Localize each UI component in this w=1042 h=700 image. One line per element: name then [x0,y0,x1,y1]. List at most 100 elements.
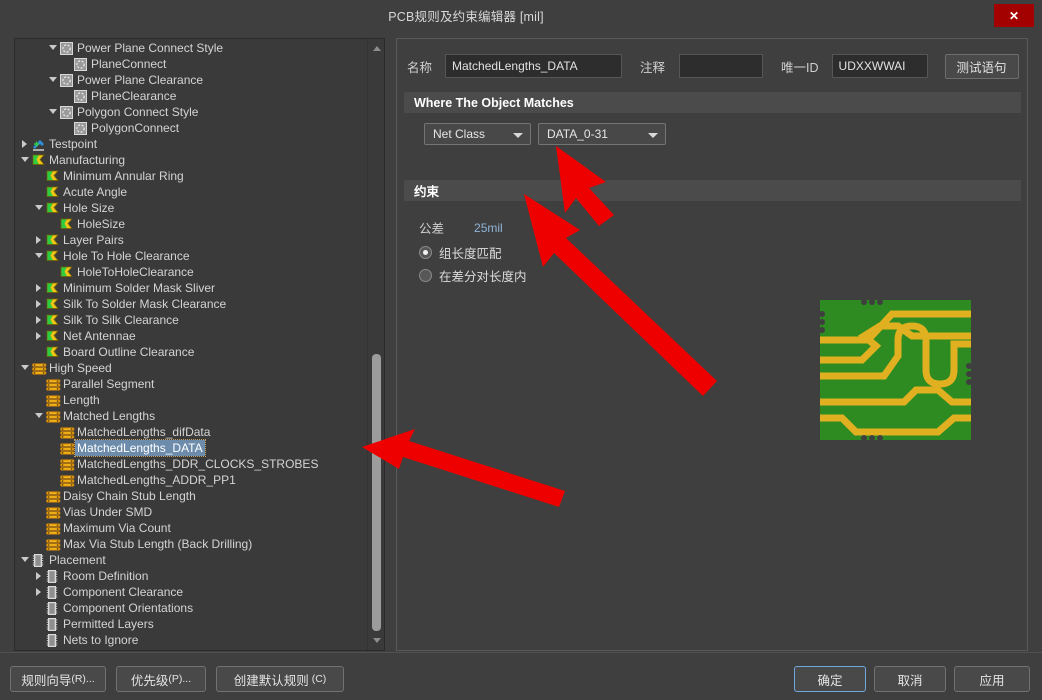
scroll-up-icon[interactable] [368,41,384,56]
tree-item[interactable]: Component Clearance [15,584,366,600]
tree-item-label: Net Antennae [63,329,136,343]
tree-item[interactable]: Layer Pairs [15,232,366,248]
tree-item[interactable]: MatchedLengths_difData [15,424,366,440]
chevron-down-icon[interactable] [19,154,31,166]
highspeed-icon [60,426,75,439]
rule-wizard-mnemonic: (R)... [71,673,95,685]
chevron-right-icon[interactable] [33,298,45,310]
tree-item[interactable]: Minimum Annular Ring [15,168,366,184]
tree-item[interactable]: Max Via Stub Length (Back Drilling) [15,536,366,552]
cancel-button[interactable]: 取消 [874,666,946,692]
tree-item[interactable]: HoleSize [15,216,366,232]
chevron-down-icon[interactable] [33,250,45,262]
tolerance-value[interactable]: 25mil [474,221,503,235]
net-class-dropdown[interactable]: DATA_0-31 [538,123,666,145]
chevron-right-icon[interactable] [19,138,31,150]
radio-button-unselected-icon[interactable] [419,268,432,282]
radio-within-diffpair[interactable]: 在差分对长度内 [419,266,527,284]
tree-item[interactable]: Matched Lengths [15,408,366,424]
radio-group-length-match[interactable]: 组长度匹配 [419,243,502,261]
close-icon[interactable]: ✕ [994,4,1034,27]
plane-icon [74,57,89,71]
tree-item[interactable]: Testpoint [15,136,366,152]
tree-item[interactable]: Permitted Layers [15,616,366,632]
highspeed-icon [46,410,61,423]
highspeed-icon [46,394,61,407]
tree-item[interactable]: Manufacturing [15,152,366,168]
expander-placeholder [33,522,45,534]
tree-item[interactable]: Acute Angle [15,184,366,200]
tree-item[interactable]: Daisy Chain Stub Length [15,488,366,504]
chevron-right-icon[interactable] [33,586,45,598]
chevron-right-icon[interactable] [33,330,45,342]
expander-placeholder [33,634,45,646]
tree-item[interactable]: Placement [15,552,366,568]
chevron-right-icon[interactable] [33,234,45,246]
tree-item[interactable]: Hole Size [15,200,366,216]
tree-item[interactable]: Hole To Hole Clearance [15,248,366,264]
unique-id-input[interactable] [831,54,928,78]
tree-item[interactable]: High Speed [15,360,366,376]
priority-button[interactable]: 优先级 (P)... [116,666,206,692]
rules-tree-panel[interactable]: Power Plane Connect Style PlaneConnect Pow… [14,38,385,651]
tree-item[interactable]: PlaneConnect [15,56,366,72]
manufacturing-icon [32,154,47,167]
tree-item[interactable]: Silk To Silk Clearance [15,312,366,328]
tree-item[interactable]: PlaneClearance [15,88,366,104]
chevron-right-icon[interactable] [33,282,45,294]
where-object-matches-title: Where The Object Matches [414,95,574,110]
tree-item-label: Component Clearance [63,585,184,599]
tree-item-label: Vias Under SMD [63,505,153,519]
expander-placeholder [47,426,59,438]
scope-type-dropdown[interactable]: Net Class [424,123,531,145]
tree-item[interactable]: PolygonConnect [15,120,366,136]
highspeed-icon [46,490,61,503]
tree-item[interactable]: Power Plane Clearance [15,72,366,88]
chevron-down-icon[interactable] [19,554,31,566]
tree-item[interactable]: Component Orientations [15,600,366,616]
tree-item[interactable]: HoleToHoleClearance [15,264,366,280]
chevron-down-icon[interactable] [33,202,45,214]
pcb-trace-preview-image [820,300,971,440]
ok-button[interactable]: 确定 [794,666,866,692]
tree-item[interactable]: Polygon Connect Style [15,104,366,120]
chevron-down-icon[interactable] [19,362,31,374]
tree-item[interactable]: MatchedLengths_DDR_CLOCKS_STROBES [15,456,366,472]
chevron-down-icon[interactable] [47,106,59,118]
tree-item[interactable]: Net Antennae [15,328,366,344]
chevron-right-icon[interactable] [33,314,45,326]
tree-vertical-scrollbar[interactable] [367,39,384,650]
manufacturing-icon [46,314,61,327]
tree-item[interactable]: Maximum Via Count [15,520,366,536]
radio-button-selected-icon[interactable] [419,245,432,259]
tree-item-selected[interactable]: MatchedLengths_DATA [15,439,366,457]
test-statement-button[interactable]: 测试语句 [944,53,1019,79]
chevron-down-icon[interactable] [47,42,59,54]
chevron-down-icon[interactable] [33,410,45,422]
tree-item[interactable]: Silk To Solder Mask Clearance [15,296,366,312]
tree-item[interactable]: Room Definition [15,568,366,584]
create-default-rules-button[interactable]: 创建默认规则 (C) [216,666,344,692]
apply-button[interactable]: 应用 [954,666,1030,692]
tree-item[interactable]: Vias Under SMD [15,504,366,520]
scrollbar-thumb[interactable] [372,354,381,631]
tree-item[interactable]: Board Outline Clearance [15,344,366,360]
highspeed-icon [46,522,61,535]
tree-item[interactable]: Minimum Solder Mask Sliver [15,280,366,296]
tree-item[interactable]: Length [15,392,366,408]
rule-comment-input[interactable] [679,54,764,78]
scroll-down-icon[interactable] [368,633,384,648]
tree-item[interactable]: Power Plane Connect Style [15,40,366,56]
tree-item[interactable]: Parallel Segment [15,376,366,392]
rule-name-input[interactable] [445,54,623,78]
tree-item[interactable]: Nets to Ignore [15,632,366,648]
priority-label: 优先级 [130,673,169,688]
chevron-right-icon[interactable] [33,570,45,582]
chevron-down-icon[interactable] [47,74,59,86]
tree-item[interactable]: MatchedLengths_ADDR_PP1 [15,472,366,488]
manufacturing-icon [46,298,61,311]
rule-wizard-button[interactable]: 规则向导 (R)... [10,666,106,692]
expander-placeholder [61,122,73,134]
tree-item-label: Board Outline Clearance [63,345,195,359]
net-class-value: DATA_0-31 [547,127,608,141]
